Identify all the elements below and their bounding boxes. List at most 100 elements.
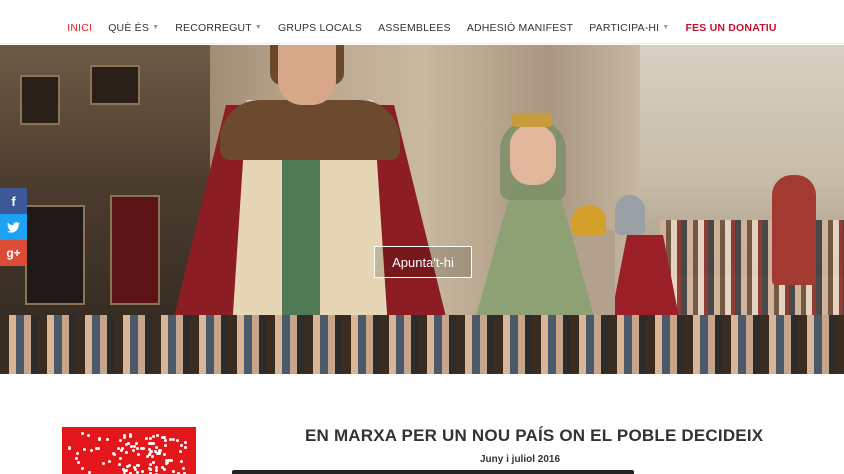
hero-crowd [0,315,844,374]
nav-item-donate[interactable]: FES UN DONATIU [677,22,784,34]
window [20,75,60,125]
promo-dot [183,440,187,444]
page-headline: EN MARXA PER UN NOU PAÍS ON EL POBLE DEC… [305,426,764,445]
promo-dot [172,469,176,473]
window [90,65,140,105]
promo-dot [125,450,129,454]
google-plus-icon[interactable]: g+ [0,240,27,266]
promo-dot [136,452,140,456]
promo-dot [183,445,187,449]
shop-window [25,205,85,305]
promo-dot [148,467,152,471]
promo-dot [119,457,123,460]
nav-label: FES UN DONATIU [685,21,777,34]
giant-figure-far [772,175,816,285]
chevron-down-icon: ▼ [254,24,263,31]
promo-dot [148,436,152,440]
promo-dot [121,447,125,451]
promo-dot [128,433,132,437]
promo-dot [151,461,155,465]
promo-dot [153,449,157,453]
giant-figure-gold-helmet [572,205,606,235]
nav-item-inici[interactable]: INICI [59,22,100,34]
promo-dot [164,444,168,448]
promo-dot [147,448,151,452]
promo-dot [176,438,180,442]
promo-dots-image[interactable] [62,427,196,474]
twitter-bird-icon [7,221,20,233]
video-player-top[interactable] [232,470,634,474]
twitter-icon[interactable] [0,214,27,240]
signup-cta-button[interactable]: Apunta't-hi [374,246,472,278]
promo-dot [80,467,84,471]
nav-label: INICI [67,21,93,34]
nav-item-assemblees[interactable]: ASSEMBLEES [370,22,459,34]
promo-dot [125,468,129,472]
nav-label: GRUPS LOCALS [278,21,363,34]
promo-dot [132,448,136,452]
promo-dot [135,463,139,467]
promo-dot [88,470,92,474]
main-navbar: INICI QUÈ ÉS ▼ RECORREGUT ▼ GRUPS LOCALS A… [0,0,844,44]
promo-dot [108,459,112,463]
promo-dot [179,443,183,447]
promo-dot [130,445,134,449]
shop-window [110,195,160,305]
nav-label: RECORREGUT [175,21,252,34]
promo-dot [75,452,79,456]
nav-item-adhesio-manifest[interactable]: ADHESIÓ MANIFEST [459,22,581,34]
promo-dot [77,460,81,464]
giant-king-head [278,45,336,105]
nav-item-que-es[interactable]: QUÈ ÉS ▼ [100,22,167,34]
promo-dot [67,446,71,450]
giant-figure-helmet [615,195,645,235]
chevron-down-icon: ▼ [152,24,160,31]
promo-dot [158,451,162,455]
promo-dot [140,470,144,474]
nav-list: INICI QUÈ ÉS ▼ RECORREGUT ▼ GRUPS LOCALS A… [59,10,784,34]
promo-dot [125,464,129,468]
promo-dot [117,463,121,467]
promo-dot [112,451,116,455]
promo-dot [151,455,155,459]
date-subline: Juny i juliol 2016 [480,454,561,465]
giant-queen-crown [512,113,552,127]
giant-king-cape [220,100,400,160]
promo-dot [82,447,86,451]
content-section: EN MARXA PER UN NOU PAÍS ON EL POBLE DEC… [0,374,844,474]
promo-dot [102,462,106,466]
promo-dot [179,449,183,453]
promo-dot [94,446,98,450]
promo-dot [126,441,130,445]
nav-item-participa-hi[interactable]: PARTICIPA-HI ▼ [581,22,677,34]
nav-label: QUÈ ÉS [108,21,150,34]
hero-banner: Apunta't-hi [0,45,844,374]
promo-dot [87,434,91,438]
promo-dot [81,431,85,435]
promo-dot [181,467,185,471]
promo-dot [90,448,94,452]
promo-dot [118,439,122,443]
nav-item-recorregut[interactable]: RECORREGUT ▼ [167,22,270,34]
promo-dot [172,438,176,442]
promo-dot [145,437,149,441]
promo-dot [74,457,78,461]
nav-item-grups-locals[interactable]: GRUPS LOCALS [270,22,370,34]
facebook-icon[interactable]: f [0,188,27,214]
nav-label: ADHESIÓ MANIFEST [466,21,574,34]
promo-dot [98,437,102,441]
giant-queen-head [510,125,556,185]
promo-dot [154,469,158,473]
nav-label: PARTICIPA-HI [589,21,660,34]
hero-crowd-far [660,220,844,330]
promo-dot [122,435,126,439]
promo-dot [135,447,139,451]
promo-dot [167,458,171,462]
promo-dot [164,439,168,443]
promo-dot [163,452,167,456]
chevron-down-icon: ▼ [662,24,670,31]
promo-dot [180,460,184,464]
promo-dot [155,433,159,437]
social-share-bar: f g+ [0,188,27,266]
promo-dot [105,438,109,442]
